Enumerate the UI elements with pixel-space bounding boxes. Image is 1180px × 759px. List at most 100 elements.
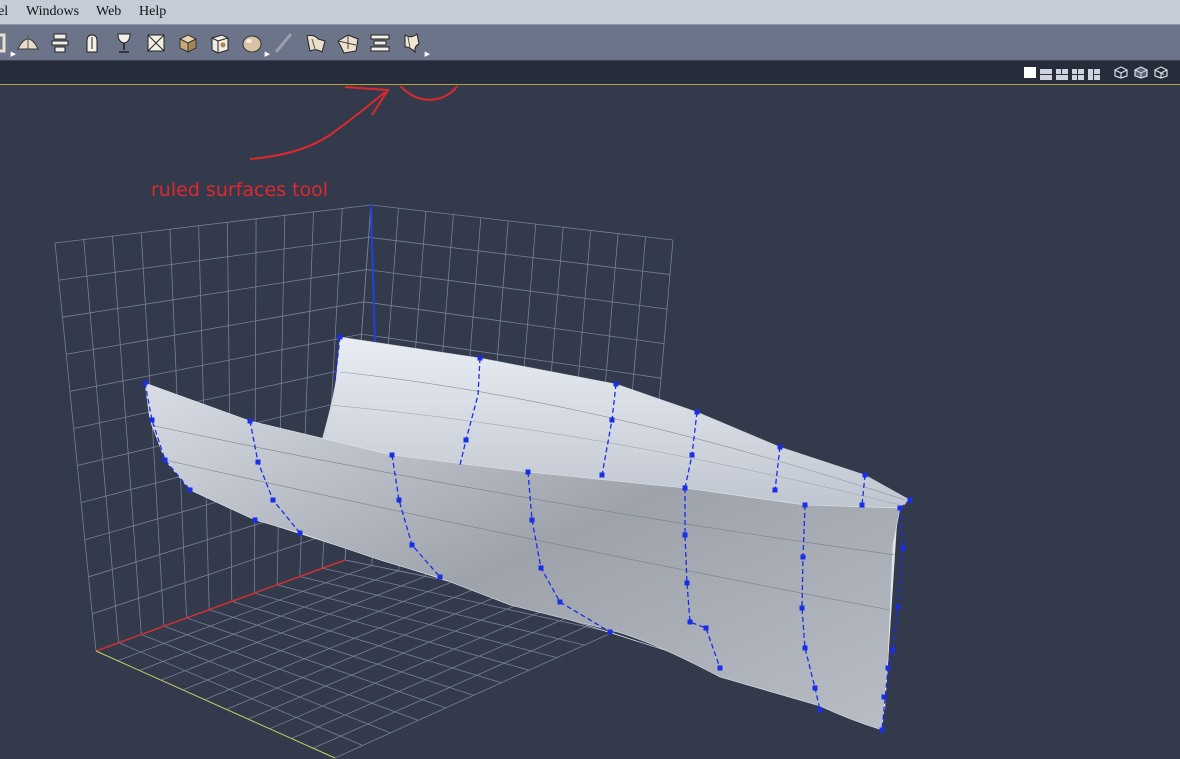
- single-view-icon[interactable]: [1024, 67, 1036, 78]
- four-view-icon[interactable]: [1072, 67, 1084, 80]
- grid-line: [92, 527, 348, 615]
- control-point[interactable]: [890, 647, 896, 653]
- control-point[interactable]: [525, 469, 531, 475]
- control-point[interactable]: [682, 532, 688, 538]
- package-tool-button[interactable]: [208, 31, 232, 55]
- mesh-tool-button[interactable]: [368, 31, 392, 55]
- grid-line: [363, 301, 665, 345]
- box-tool-button[interactable]: [176, 31, 200, 55]
- control-point[interactable]: [684, 580, 690, 586]
- control-point[interactable]: [812, 685, 818, 691]
- bracket-tool-button[interactable]: ▶: [0, 31, 16, 58]
- control-point[interactable]: [538, 565, 544, 571]
- grid-line: [370, 204, 674, 241]
- control-point[interactable]: [694, 409, 700, 415]
- grid-line: [226, 222, 233, 602]
- ruled-surface-icon: [404, 33, 420, 54]
- control-point[interactable]: [252, 517, 258, 523]
- control-point[interactable]: [817, 707, 823, 713]
- grid-line: [334, 619, 641, 759]
- goblet-tool-button[interactable]: [112, 31, 136, 55]
- control-point[interactable]: [609, 417, 615, 423]
- three-view-icon[interactable]: [1056, 67, 1068, 80]
- control-point[interactable]: [900, 545, 906, 551]
- grid-line: [54, 242, 97, 652]
- 3d-viewport[interactable]: ruled surfaces tool: [0, 86, 1180, 759]
- control-point[interactable]: [187, 487, 193, 493]
- control-point[interactable]: [557, 599, 563, 605]
- pen-tool-button[interactable]: [272, 31, 296, 55]
- control-point[interactable]: [800, 554, 806, 560]
- sphere-icon: [242, 35, 262, 53]
- control-point[interactable]: [389, 452, 395, 458]
- wireframe-cube-icon[interactable]: [1114, 66, 1128, 79]
- control-point[interactable]: [897, 505, 903, 511]
- sheet-icon: [337, 34, 359, 54]
- control-point[interactable]: [337, 334, 343, 340]
- control-point[interactable]: [477, 355, 483, 361]
- annotation-arrowhead: [344, 86, 390, 116]
- pen-icon: [274, 33, 293, 53]
- control-point[interactable]: [859, 502, 865, 508]
- control-point[interactable]: [437, 574, 443, 580]
- menu-web[interactable]: Web: [96, 4, 121, 20]
- sheet-tool-button[interactable]: [336, 31, 360, 55]
- control-point[interactable]: [862, 472, 868, 478]
- control-point[interactable]: [703, 625, 709, 631]
- box-cube-icon[interactable]: [1154, 66, 1168, 79]
- control-point[interactable]: [772, 487, 778, 493]
- control-point[interactable]: [885, 665, 891, 671]
- grid-line: [118, 642, 363, 746]
- control-point[interactable]: [463, 437, 469, 443]
- box-icon: [178, 34, 198, 53]
- viewport-canvas[interactable]: ruled surfaces tool: [0, 86, 1180, 759]
- menu-model[interactable]: el: [0, 4, 8, 20]
- grid-line: [247, 597, 533, 720]
- grid-line: [182, 581, 453, 691]
- annotation-label: ruled surfaces tool: [151, 179, 328, 201]
- control-point[interactable]: [529, 517, 535, 523]
- control-point[interactable]: [907, 497, 913, 503]
- lathe-tool-button[interactable]: [48, 31, 72, 55]
- control-point[interactable]: [799, 605, 805, 611]
- control-point[interactable]: [409, 542, 415, 548]
- control-point[interactable]: [802, 645, 808, 651]
- dome-tool-button[interactable]: [16, 31, 40, 55]
- menu-help[interactable]: Help: [139, 4, 166, 20]
- control-point[interactable]: [149, 417, 155, 423]
- package-icon: [211, 34, 229, 54]
- shaded-cube-icon[interactable]: [1134, 66, 1148, 79]
- viewport-header: [0, 61, 1180, 85]
- control-point[interactable]: [682, 485, 688, 491]
- control-point[interactable]: [687, 619, 693, 625]
- control-point[interactable]: [396, 497, 402, 503]
- control-point[interactable]: [607, 629, 613, 635]
- grid-line: [112, 236, 142, 635]
- control-point[interactable]: [802, 502, 808, 508]
- control-point[interactable]: [879, 727, 885, 733]
- sphere-tool-button[interactable]: ▶: [240, 31, 270, 58]
- toolbar: ▶ ▶ ▶: [0, 25, 1180, 61]
- control-point[interactable]: [777, 444, 783, 450]
- control-point[interactable]: [297, 530, 303, 536]
- boxed-x-tool-button[interactable]: [144, 31, 168, 55]
- dome-icon: [17, 35, 39, 50]
- control-point[interactable]: [895, 604, 901, 610]
- surface-tool-button[interactable]: [304, 31, 328, 55]
- control-point[interactable]: [717, 665, 723, 671]
- grid-view-icon[interactable]: [1088, 67, 1100, 80]
- control-point[interactable]: [162, 457, 168, 463]
- ruled-surface-tool-button[interactable]: ▶: [400, 31, 430, 58]
- control-point[interactable]: [613, 381, 619, 387]
- control-point[interactable]: [255, 459, 261, 465]
- z-axis: [370, 204, 376, 346]
- control-point[interactable]: [689, 452, 695, 458]
- control-point[interactable]: [881, 694, 887, 700]
- hand-tool-button[interactable]: [80, 31, 104, 55]
- control-point[interactable]: [270, 497, 276, 503]
- menu-windows[interactable]: Windows: [26, 4, 79, 20]
- two-view-icon[interactable]: [1040, 67, 1052, 80]
- control-point[interactable]: [142, 380, 148, 386]
- control-point[interactable]: [247, 418, 253, 424]
- control-point[interactable]: [599, 472, 605, 478]
